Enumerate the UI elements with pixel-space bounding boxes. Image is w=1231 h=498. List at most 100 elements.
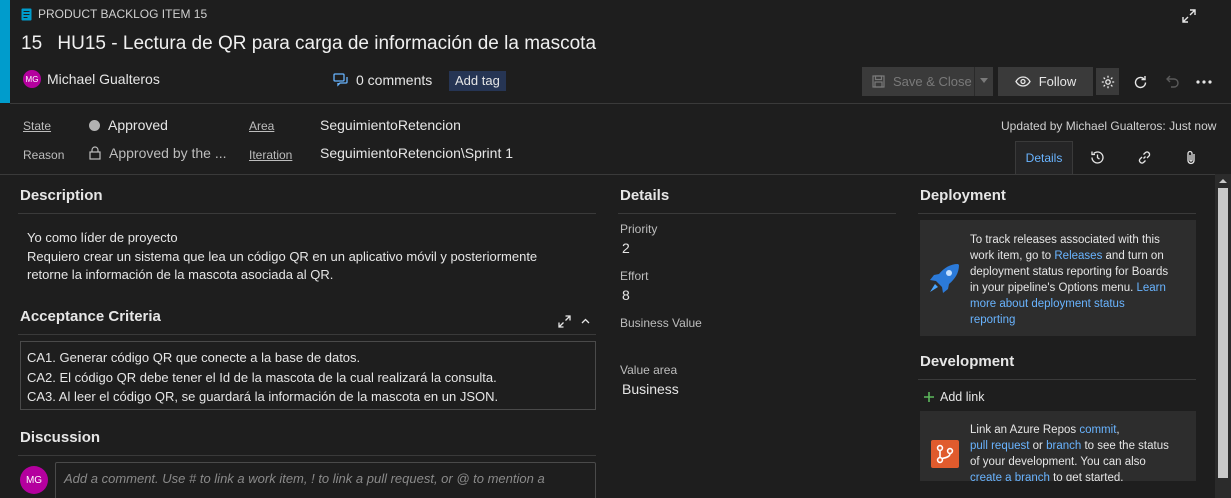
save-dropdown-icon[interactable] [980,78,988,83]
comment-icon [333,73,349,87]
details-divider [618,213,896,214]
releases-link[interactable]: Releases [1054,250,1102,262]
state-label: State [23,119,52,133]
development-text-span: to see the status [1081,440,1169,452]
description-title: Description [20,187,103,204]
learn-more-link[interactable]: reporting [970,312,1192,328]
header-divider [10,103,1231,104]
gear-icon [1101,75,1115,89]
details-title: Details [620,187,670,204]
development-line: create a branch to get started. [970,470,1192,481]
learn-more-link[interactable]: more about deployment status [970,296,1192,312]
state-field[interactable]: Approved [89,117,168,133]
description-editor[interactable]: Yo como líder de proyecto Requiero crear… [27,229,537,285]
tab-attachments[interactable] [1168,141,1214,174]
description-divider [18,213,596,214]
avatar: MG [23,70,41,88]
development-text-span: or [1029,440,1047,452]
deployment-line: work item, go to Releases and turn on [970,248,1192,264]
work-item-id: 15 [21,33,43,54]
save-icon [872,75,885,88]
business-value-label: Business Value [620,316,702,330]
add-tag-button[interactable]: Add tag [449,71,506,91]
link-icon [1137,150,1152,165]
comments-count: 0 comments [356,72,433,88]
development-text-span: , [1116,424,1120,436]
save-close-button[interactable]: Save & Close [862,67,993,96]
learn-more-link[interactable]: Learn [1136,282,1165,294]
repos-branch-icon [931,440,959,468]
reason-field[interactable]: Approved by the ... [89,145,227,161]
development-divider [918,379,1196,380]
development-text-span: Link an Azure Repos [970,424,1080,436]
follow-button[interactable]: Follow [998,67,1093,96]
area-value[interactable]: SeguimientoRetencion [320,117,461,133]
tabs-divider [0,174,1215,175]
undo-button[interactable] [1163,71,1183,93]
maximize-field-button[interactable] [555,312,573,330]
work-item-title[interactable]: 15 HU15 - Lectura de QR para carga de in… [21,33,596,55]
iteration-value[interactable]: SeguimientoRetencion\Sprint 1 [320,145,513,161]
acceptance-line: CA1. Generar código QR que conecte a la … [27,350,361,365]
deployment-text-span: work item, go to [970,250,1055,262]
development-text-span: to get started. [1049,472,1124,481]
pull-request-link[interactable]: pull request [970,440,1029,452]
updated-by[interactable]: Updated by Michael Gualteros: Just now [1001,119,1216,133]
tab-details-label: Details [1025,151,1063,165]
tab-links[interactable] [1121,141,1167,174]
acceptance-line: CA3. Al leer el código QR, se guardará l… [27,389,499,404]
ellipsis-icon [1196,80,1212,84]
assignee[interactable]: MG Michael Gualteros [23,70,160,88]
tab-history[interactable] [1074,141,1120,174]
scroll-up-arrow-icon[interactable] [1215,176,1231,186]
value-area-field[interactable]: Business [620,381,890,397]
create-branch-link[interactable]: create a branch [970,472,1050,481]
work-item-title-text[interactable]: HU15 - Lectura de QR para carga de infor… [57,33,596,54]
assignee-name: Michael Gualteros [47,71,160,87]
branch-link[interactable]: branch [1046,440,1081,452]
acceptance-divider [18,334,596,335]
development-line: Link an Azure Repos commit, [970,422,1192,438]
more-actions-button[interactable] [1192,71,1216,93]
discussion-divider [18,455,596,456]
save-close-label: Save & Close [893,74,972,89]
expand-icon [557,314,571,328]
chevron-up-icon [581,318,590,324]
development-text: Link an Azure Repos commit, pull request… [970,422,1192,481]
eye-icon [1014,76,1031,87]
deployment-text: To track releases associated with this w… [970,232,1192,328]
acceptance-criteria-editor[interactable]: CA1. Generar código QR que conecte a la … [20,341,596,410]
deployment-text-span: in your pipeline's Options menu. [970,282,1137,294]
business-value-field[interactable] [620,334,890,354]
paperclip-icon [1185,150,1197,165]
refresh-button[interactable] [1130,71,1150,93]
scrollbar-thumb[interactable] [1218,188,1228,478]
follow-label: Follow [1038,74,1077,89]
collapse-section-button[interactable] [578,312,592,330]
backlog-item-icon [21,8,32,21]
scrollbar[interactable] [1215,174,1231,498]
tab-details[interactable]: Details [1015,141,1073,174]
split-divider [974,67,975,96]
priority-label: Priority [620,222,658,236]
work-item-type-header: PRODUCT BACKLOG ITEM 15 [21,7,207,21]
add-link-label: Add link [940,390,985,404]
development-line: of your development. You can also [970,456,1146,468]
priority-field[interactable]: 2 [620,240,890,256]
description-line: Requiero crear un sistema que lea un cód… [27,248,538,264]
deployment-line: deployment status reporting for Boards [970,266,1169,278]
settings-button[interactable] [1096,68,1119,95]
effort-field[interactable]: 8 [620,287,890,303]
iteration-label: Iteration [249,148,293,162]
description-line: Yo como líder de proyecto [27,230,178,245]
add-link-button[interactable]: Add link [923,390,984,404]
expand-icon [1182,9,1196,23]
acceptance-line: CA2. El código QR debe tener el Id de la… [27,369,497,385]
acceptance-criteria-title: Acceptance Criteria [20,308,161,325]
commit-link[interactable]: commit [1079,424,1116,436]
development-info-card: Link an Azure Repos commit, pull request… [920,411,1196,481]
history-icon [1090,150,1105,165]
pipelines-rocket-icon [928,262,960,294]
comments-link[interactable]: 0 comments [333,72,432,88]
fullscreen-button[interactable] [1178,6,1200,26]
